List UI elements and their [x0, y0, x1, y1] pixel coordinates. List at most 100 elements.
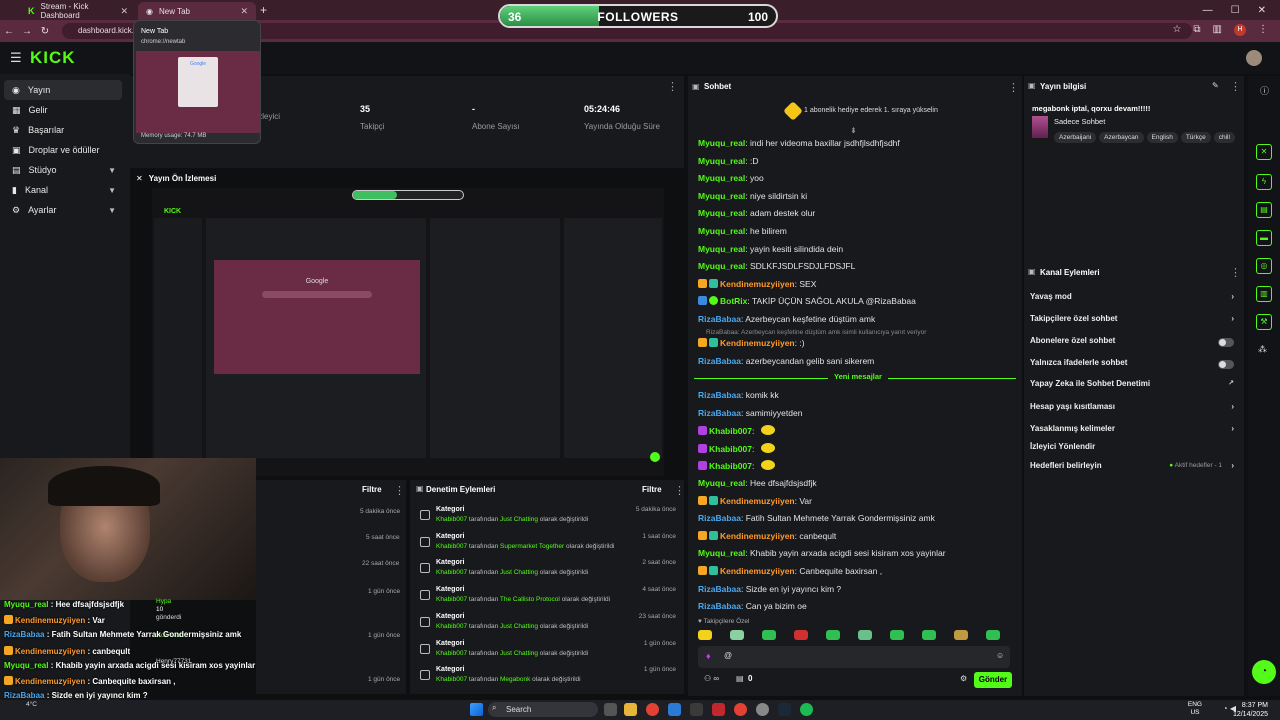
filter-button[interactable]: Filtre — [642, 485, 662, 494]
chat-message[interactable]: RizaBabaa: Fatih Sultan Mehmete Yarrak G… — [698, 513, 935, 523]
menu-dots-icon[interactable]: ⋮ — [1230, 266, 1241, 279]
action-user[interactable]: Khabib007 — [436, 676, 467, 683]
points-icon[interactable]: ⚇ ∞ — [704, 674, 719, 683]
forward-icon[interactable]: → — [18, 26, 36, 37]
chat-username[interactable]: Khabib007 — [709, 461, 752, 471]
app-icon-1[interactable] — [668, 703, 681, 716]
chat-username[interactable]: Kendinemuzyiiyen — [720, 338, 795, 348]
taskbar-clock[interactable]: 8:37 PM 12/14/2025 — [1233, 701, 1268, 719]
chat-username[interactable]: Myuqu_real — [698, 478, 745, 488]
edit-pencil-icon[interactable]: ✎ — [1212, 81, 1219, 90]
mention-icon[interactable]: @ — [724, 651, 732, 660]
app-icon-3[interactable] — [712, 703, 725, 716]
chat-message[interactable]: Kendinemuzyiiyen: Canbequite baxirsan , — [698, 566, 882, 576]
chat-message[interactable]: Myuqu_real: indi her videoma baxillar js… — [698, 138, 900, 148]
chat-username[interactable]: Kendinemuzyiiyen — [720, 279, 795, 289]
app-icon-2[interactable] — [690, 703, 703, 716]
sidebar-item-ayarlar[interactable]: ⚙ Ayarlar ▼ — [4, 200, 122, 220]
sidebar-item-gelir[interactable]: ▦ Gelir — [4, 100, 122, 120]
menu-dots-icon[interactable]: ⋮ — [1008, 81, 1019, 94]
sidepanel-icon[interactable]: ▥ — [1213, 24, 1222, 36]
tab-kick-dashboard[interactable]: K Stream - Kick Dashboard ✕ — [20, 2, 136, 20]
toggle-switch[interactable] — [1218, 360, 1234, 369]
channel-action-0[interactable]: Yavaş mod › — [1030, 292, 1240, 310]
emote-icon[interactable] — [890, 630, 904, 640]
sidebar-item-yayin[interactable]: ◉ Yayın — [4, 80, 122, 100]
bookmark-star-icon[interactable]: ☆ — [1172, 24, 1181, 36]
apps-icon[interactable]: ⁂ — [1258, 344, 1267, 355]
emote-icon[interactable] — [954, 630, 968, 640]
chat-message[interactable]: Myuqu_real: :D — [698, 156, 758, 166]
filter-button[interactable]: Filtre — [362, 485, 382, 494]
chat-message[interactable]: Myuqu_real: yayin kesiti silindida dein — [698, 244, 843, 254]
send-button[interactable]: Gönder — [974, 672, 1012, 688]
language-indicator[interactable]: ENG US — [1188, 701, 1202, 717]
menu-dots-icon[interactable]: ⋮ — [1258, 24, 1268, 36]
action-user[interactable]: Khabib007 — [436, 543, 467, 550]
chat-username[interactable]: Myuqu_real — [698, 138, 745, 148]
channel-action-2[interactable]: Abonelere özel sohbet — [1030, 336, 1240, 354]
toggle-switch[interactable] — [1218, 338, 1234, 347]
chat-message[interactable]: Khabib007: — [698, 442, 775, 454]
close-icon[interactable]: ✕ — [240, 6, 248, 17]
close-window-icon[interactable]: ✕ — [1258, 5, 1266, 16]
chat-username[interactable]: Myuqu_real — [698, 548, 745, 558]
chat-username[interactable]: Myuqu_real — [698, 191, 745, 201]
chat-message[interactable]: Myuqu_real: yoo — [698, 173, 764, 183]
chat-message[interactable]: Khabib007: — [698, 460, 775, 471]
chat-message[interactable]: Myuqu_real: SDLKFJSDLFSDJLFDSJFL — [698, 261, 855, 271]
chat-message[interactable]: Myuqu_real: Khabib yayin arxada acigdi s… — [698, 548, 946, 558]
channel-action-3[interactable]: Yalnızca ifadelerle sohbet — [1030, 358, 1240, 376]
menu-dots-icon[interactable]: ⋮ — [394, 484, 405, 497]
maximize-icon[interactable]: ☐ — [1231, 5, 1240, 16]
chat-username[interactable]: RizaBabaa — [698, 390, 741, 400]
expand-icon[interactable]: ✕ — [136, 174, 143, 183]
scroll-down-icon[interactable]: ⇟ — [850, 126, 857, 135]
emoji-icon[interactable]: ☺ — [996, 651, 1004, 660]
hamburger-menu-icon[interactable]: ☰ — [10, 50, 22, 66]
wrench-icon[interactable]: ⚒ — [1256, 314, 1272, 330]
sidebar-item-kanal[interactable]: ▮ Kanal ▼ — [4, 180, 122, 200]
emote-icon[interactable] — [762, 630, 776, 640]
chat-username[interactable]: Kendinemuzyiiyen — [720, 566, 795, 576]
chat-settings-gear-icon[interactable]: ⚙ — [960, 674, 967, 683]
layout-icon[interactable]: ▥ — [1256, 286, 1272, 302]
chat-username[interactable]: RizaBabaa — [698, 356, 741, 366]
action-user[interactable]: Khabib007 — [436, 623, 467, 630]
sidebar-item-studyo[interactable]: ▤ Stüdyo ▼ — [4, 160, 122, 180]
chat-message[interactable]: RizaBabaa: samimiyyetden — [698, 408, 802, 418]
sidebar-item-droplar[interactable]: ▣ Droplar ve ödüller — [4, 140, 122, 160]
back-icon[interactable]: ← — [0, 26, 18, 37]
channel-action-5[interactable]: Hesap yaşı kısıtlaması › — [1030, 402, 1240, 420]
stream-preview[interactable]: KICK Google — [152, 188, 664, 476]
chat-username[interactable]: Myuqu_real — [698, 261, 745, 271]
sidebar-item-basarilar[interactable]: ♛ Başarılar — [4, 120, 122, 140]
menu-dots-icon[interactable]: ⋮ — [674, 484, 685, 497]
chat-username[interactable]: RizaBabaa — [698, 314, 741, 324]
broadcast-icon[interactable]: ◎ — [1256, 258, 1272, 274]
weather-widget[interactable]: 4°C — [26, 701, 37, 708]
taskbar-search[interactable]: Search — [488, 702, 598, 717]
profile-icon[interactable]: H — [1234, 24, 1246, 36]
chat-username[interactable]: Myuqu_real — [698, 226, 745, 236]
chat-username[interactable]: Myuqu_real — [698, 173, 745, 183]
reload-icon[interactable]: ↻ — [36, 26, 54, 37]
chat-username[interactable]: RizaBabaa — [698, 601, 741, 611]
emote-icon[interactable] — [826, 630, 840, 640]
action-user[interactable]: Khabib007 — [436, 596, 467, 603]
emote-icon[interactable] — [698, 630, 712, 640]
task-view-icon[interactable] — [604, 703, 617, 716]
chat-message[interactable]: BotRix: TAKİP ÜÇÜN SAĞOL AKULA @RizaBaba… — [698, 296, 916, 306]
emote-icon[interactable] — [858, 630, 872, 640]
avatar[interactable] — [1246, 50, 1262, 66]
chat-message[interactable]: Myuqu_real: he bilirem — [698, 226, 787, 236]
chat-message[interactable]: Myuqu_real: Hee dfsajfdsjsdfjk — [698, 478, 817, 488]
new-tab-button[interactable]: + — [260, 3, 267, 17]
windows-start-icon[interactable] — [470, 703, 483, 716]
chat-message[interactable]: Kendinemuzyiiyen: SEX — [698, 278, 816, 289]
chat-username[interactable]: Khabib007 — [709, 444, 752, 454]
chat-message[interactable]: Myuqu_real: adam destek olur — [698, 208, 815, 218]
tab-new-tab[interactable]: ◉ New Tab ✕ — [138, 2, 256, 20]
channel-action-7[interactable]: İzleyici Yönlendir — [1030, 442, 1240, 460]
chat-message[interactable]: RizaBabaa: Azerbeycan keşfetine düştüm a… — [698, 314, 875, 324]
